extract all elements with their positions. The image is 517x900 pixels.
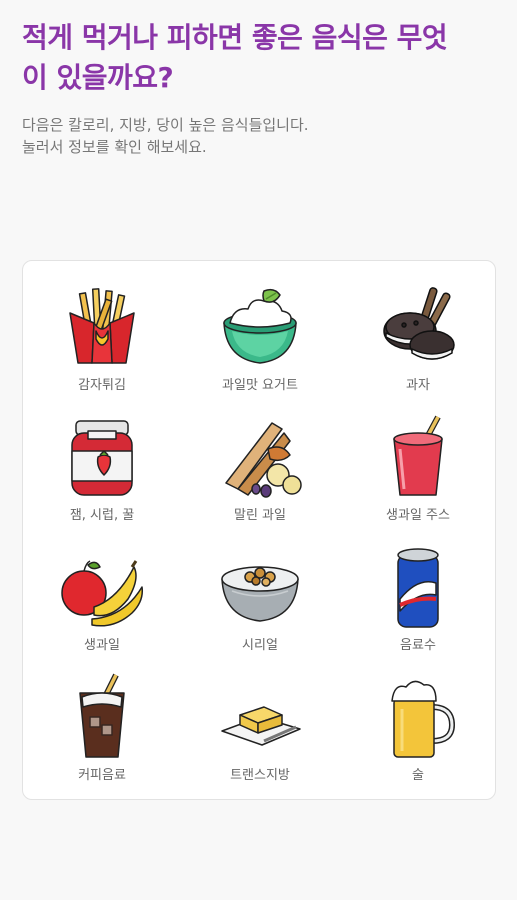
food-label: 말린 과일 — [234, 508, 286, 523]
food-label: 과자 — [406, 378, 430, 393]
food-item-coffee[interactable]: 커피음료 — [23, 669, 181, 799]
food-item-fruit-yogurt[interactable]: 과일맛 요거트 — [181, 279, 339, 409]
jam-jar-icon — [71, 420, 133, 496]
food-grid: 감자튀김 과일맛 요거트 과자 잼, 시럽, 꿀 말린 과일 생과일 주스 생과… — [23, 279, 497, 799]
fruit-juice-icon — [393, 415, 443, 496]
food-label: 트랜스지방 — [230, 768, 290, 783]
food-label: 술 — [412, 768, 424, 783]
french-fries-icon — [69, 288, 135, 364]
food-item-cookies[interactable]: 과자 — [339, 279, 497, 409]
food-label: 커피음료 — [78, 768, 126, 783]
food-label: 음료수 — [400, 638, 436, 653]
cereal-bowl-icon — [221, 566, 299, 622]
food-label: 시리얼 — [242, 638, 278, 653]
page-description: 다음은 칼로리, 지방, 당이 높은 음식들입니다. 눌러서 정보를 확인 해보… — [22, 116, 309, 156]
beer-mug-icon — [391, 680, 455, 758]
fruit-yogurt-icon — [223, 288, 297, 364]
butter-icon — [221, 706, 301, 746]
food-item-jam[interactable]: 잼, 시럽, 꿀 — [23, 409, 181, 539]
food-item-alcohol[interactable]: 술 — [339, 669, 497, 799]
food-label: 과일맛 요거트 — [222, 378, 298, 393]
page-title: 적게 먹거나 피하면 좋은 음식은 무엇 이 있을까요? — [22, 21, 448, 94]
fresh-fruit-icon — [61, 560, 144, 627]
food-label: 잼, 시럽, 꿀 — [69, 508, 135, 523]
food-label: 감자튀김 — [78, 378, 126, 393]
food-item-fruit-juice[interactable]: 생과일 주스 — [339, 409, 497, 539]
food-item-french-fries[interactable]: 감자튀김 — [23, 279, 181, 409]
food-label: 생과일 주스 — [386, 508, 450, 523]
food-item-cereal[interactable]: 시리얼 — [181, 539, 339, 669]
food-item-dried-fruit[interactable]: 말린 과일 — [181, 409, 339, 539]
food-card: 감자튀김 과일맛 요거트 과자 잼, 시럽, 꿀 말린 과일 생과일 주스 생과… — [22, 260, 496, 800]
cookies-icon — [383, 287, 455, 360]
dried-fruit-icon — [225, 422, 302, 498]
food-item-trans-fat[interactable]: 트랜스지방 — [181, 669, 339, 799]
soda-can-icon — [397, 548, 439, 628]
food-item-soda[interactable]: 음료수 — [339, 539, 497, 669]
food-label: 생과일 — [84, 638, 120, 653]
coffee-drink-icon — [79, 673, 125, 758]
food-item-fresh-fruit[interactable]: 생과일 — [23, 539, 181, 669]
